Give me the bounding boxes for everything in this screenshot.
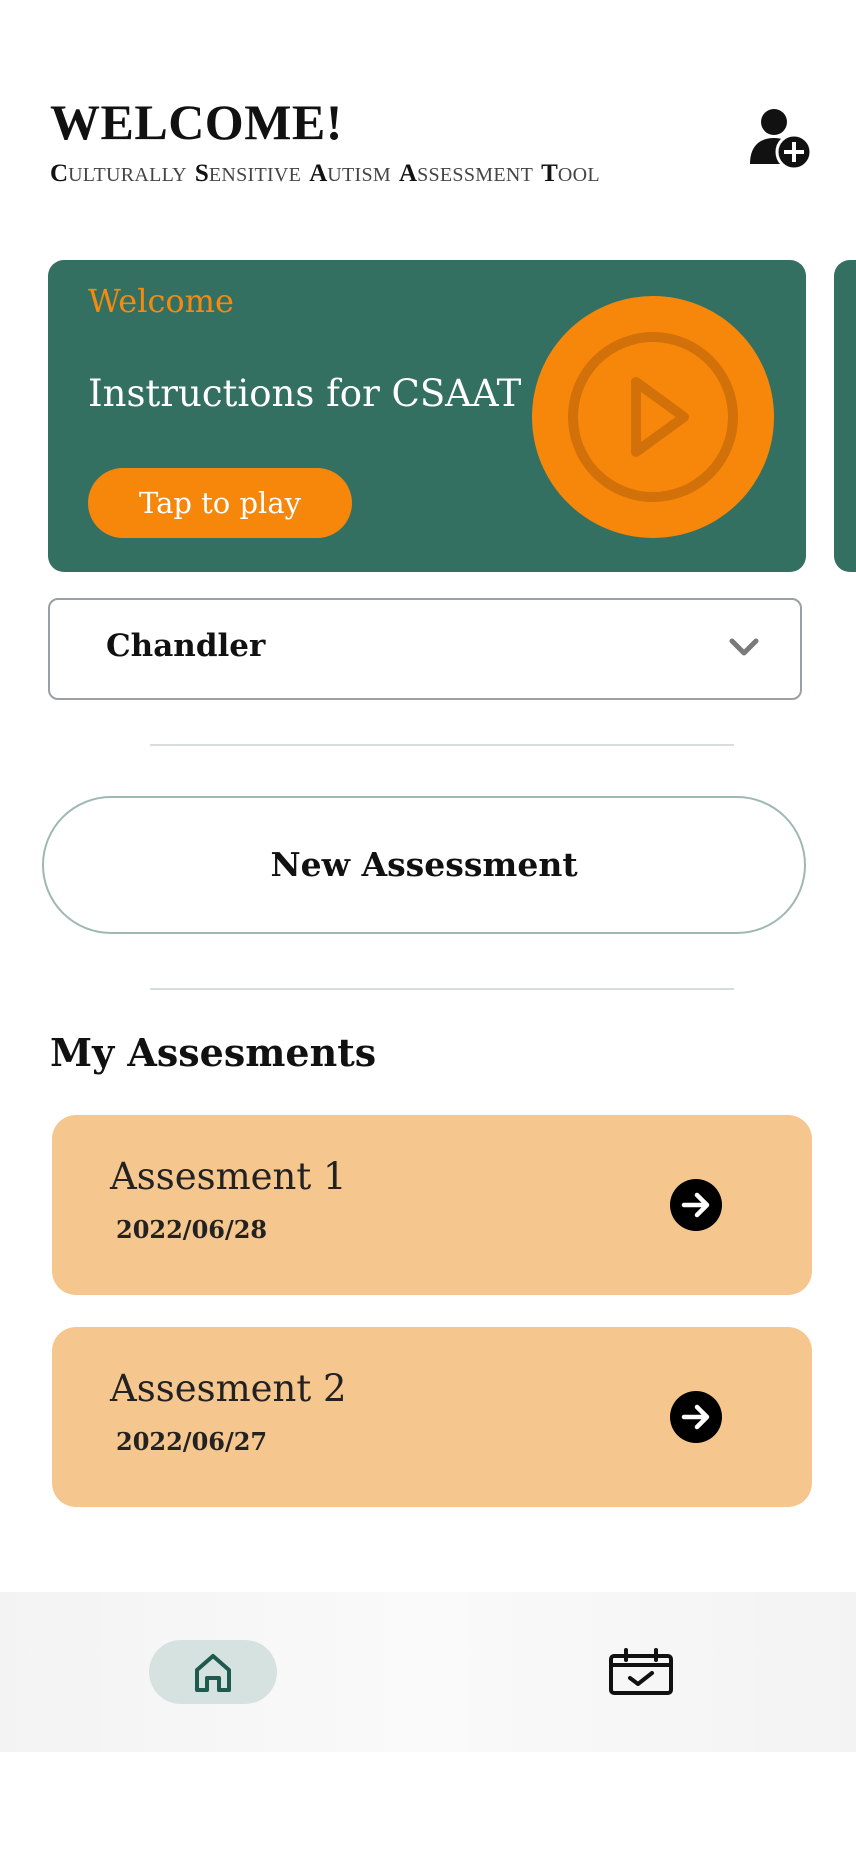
page-title: WELCOME!	[50, 94, 343, 150]
banner-kicker: Welcome	[88, 282, 234, 320]
instructions-banner[interactable]: Welcome Instructions for CSAAT Tap to pl…	[48, 260, 806, 572]
add-user-button[interactable]	[748, 106, 814, 172]
assessment-card[interactable]: Assesment 1 2022/06/28	[52, 1115, 812, 1295]
assessment-name: Assesment 2	[110, 1367, 347, 1410]
play-circle-icon	[532, 296, 774, 538]
assessment-name: Assesment 1	[110, 1155, 347, 1198]
tab-home[interactable]	[149, 1640, 277, 1704]
child-select[interactable]: Chandler	[48, 598, 802, 700]
subtitle-word: ASSESSMENT	[399, 160, 534, 187]
subtitle-word: TOOL	[541, 160, 600, 187]
arrow-right-icon[interactable]	[670, 1179, 722, 1231]
banner-title: Instructions for CSAAT	[88, 372, 522, 415]
tap-to-play-button[interactable]: Tap to play	[88, 468, 352, 538]
divider	[150, 988, 734, 990]
section-title: My Assesments	[50, 1030, 377, 1075]
home-icon	[195, 1654, 231, 1692]
selected-child: Chandler	[106, 628, 266, 664]
subtitle-word: CULTURALLY	[50, 160, 187, 187]
divider	[150, 744, 734, 746]
assessment-date: 2022/06/28	[116, 1215, 268, 1244]
next-banner-card[interactable]	[834, 260, 856, 572]
assessment-card[interactable]: Assesment 2 2022/06/27	[52, 1327, 812, 1507]
calendar-check-icon[interactable]	[608, 1648, 674, 1696]
assessment-date: 2022/06/27	[116, 1427, 268, 1456]
bottom-tab-bar	[0, 1592, 856, 1752]
chevron-down-icon	[729, 638, 759, 656]
arrow-right-icon[interactable]	[670, 1391, 722, 1443]
add-user-icon	[750, 109, 813, 171]
play-video-button[interactable]	[532, 296, 774, 538]
app-subtitle: CULTURALLY SENSITIVE AUTISM ASSESSMENT TOOL	[50, 160, 608, 189]
subtitle-word: SENSITIVE	[194, 160, 302, 187]
subtitle-word: AUTISM	[309, 160, 391, 187]
new-assessment-button[interactable]: New Assessment	[42, 796, 806, 934]
